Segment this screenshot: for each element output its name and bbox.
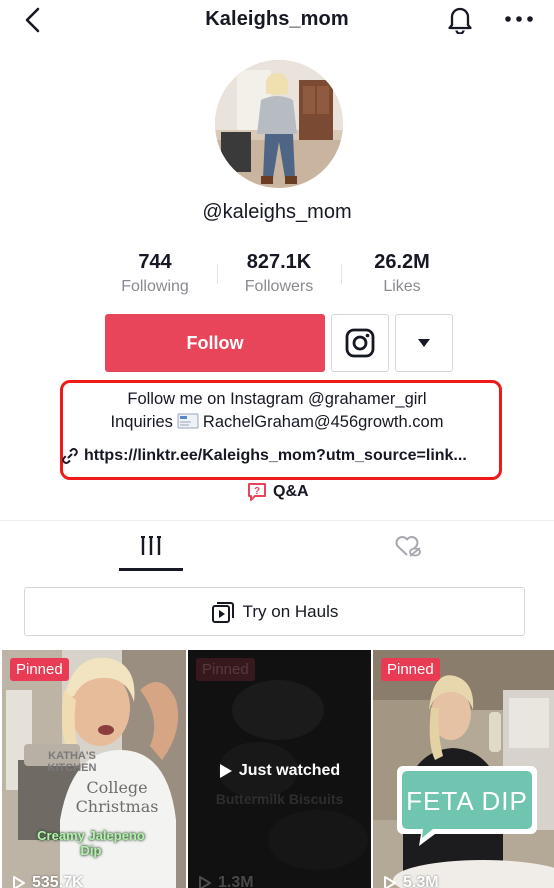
video-thumbnail[interactable]: FETA DIP Pinned 5.3M (373, 650, 554, 888)
link-icon (62, 448, 78, 464)
view-count: 5.3M (383, 874, 439, 888)
bio-email[interactable]: RachelGraham@456growth.com (203, 413, 444, 431)
video-thumbnail[interactable]: KATHA'S KITCHEN College Christmas Pinned… (2, 650, 186, 888)
pinned-badge: Pinned (10, 658, 69, 681)
bio-line-inquiries: Inquiries RachelGraham@456growth.com (0, 413, 554, 432)
view-count-value: 5.3M (403, 874, 439, 888)
stat-followers[interactable]: 827.1K Followers (219, 250, 339, 298)
qa-icon: ? (248, 483, 266, 501)
followers-label: Followers (244, 278, 314, 295)
bio-link-text: https://linktr.ee/Kaleighs_mom?utm_sourc… (84, 447, 467, 464)
tab-liked[interactable] (376, 521, 440, 571)
play-icon (219, 764, 232, 778)
video-caption: FETA DIP (406, 786, 528, 816)
try-on-hauls-label: Try on Hauls (242, 601, 339, 621)
just-watched-label: Just watched (188, 762, 371, 780)
likes-label: Likes (383, 278, 421, 295)
envelope-icon (177, 413, 199, 429)
caret-down-icon (418, 339, 430, 347)
more-dots-icon[interactable] (503, 8, 535, 30)
stat-following[interactable]: 744 Following (95, 250, 215, 298)
following-label: Following (121, 278, 189, 295)
playlist-icon (211, 601, 234, 623)
followers-count: 827.1K (246, 251, 312, 273)
active-tab-indicator (119, 568, 183, 571)
play-outline-icon (13, 876, 25, 888)
hidden-heart-icon (395, 536, 421, 557)
bell-icon[interactable] (446, 4, 474, 34)
bio-link[interactable]: https://linktr.ee/Kaleighs_mom?utm_sourc… (62, 447, 500, 465)
view-count: 1.3M (198, 874, 254, 888)
try-on-hauls-button[interactable]: Try on Hauls (24, 587, 525, 636)
view-count: 535.7K (12, 874, 84, 888)
pinned-badge: Pinned (196, 658, 255, 681)
following-count: 744 (138, 251, 172, 273)
play-outline-icon (384, 876, 396, 888)
grid-icon (141, 536, 161, 555)
qa-label: Q&A (273, 483, 309, 500)
video-caption: Creamy Jalepeno Dip (37, 828, 145, 858)
svg-text:?: ? (254, 486, 260, 497)
stat-likes[interactable]: 26.2M Likes (342, 250, 462, 298)
tabs-divider (0, 520, 554, 521)
view-count-value: 535.7K (32, 874, 84, 888)
view-count-value: 1.3M (218, 874, 254, 888)
video-sign-text: KATHA'S KITCHEN (47, 750, 97, 774)
instagram-button[interactable] (331, 314, 389, 372)
username: @kaleighs_mom (202, 201, 352, 223)
top-bar: Kaleighs_mom (0, 0, 554, 40)
follow-button[interactable]: Follow (105, 314, 325, 372)
tab-videos[interactable] (119, 521, 183, 571)
dropdown-button[interactable] (395, 314, 453, 372)
qa-button[interactable]: ? Q&A (247, 480, 309, 504)
video-caption: Buttermilk Biscuits (215, 791, 344, 807)
avatar[interactable] (215, 60, 343, 188)
video-thumbnail[interactable]: Pinned Just watched Buttermilk Biscuits … (188, 650, 371, 888)
bio-inquiries-label: Inquiries (110, 413, 173, 431)
play-outline-icon (199, 876, 211, 888)
just-watched-text: Just watched (238, 762, 341, 779)
bio-line-instagram: Follow me on Instagram @grahamer_girl (127, 390, 427, 408)
pinned-badge: Pinned (381, 658, 440, 681)
likes-count: 26.2M (374, 251, 430, 273)
stat-divider (217, 264, 218, 284)
instagram-icon (345, 328, 375, 358)
video-shirt-text: College Christmas (75, 778, 159, 816)
